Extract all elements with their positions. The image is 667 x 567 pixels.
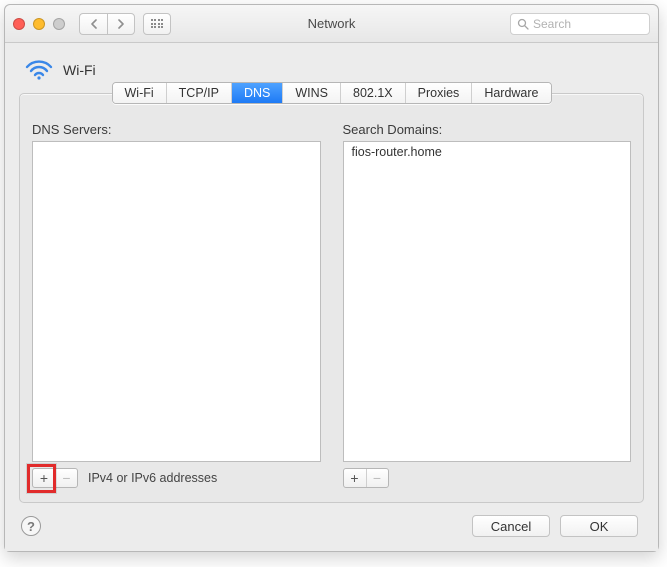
tab-proxies[interactable]: Proxies bbox=[406, 83, 473, 103]
tab-wifi[interactable]: Wi-Fi bbox=[113, 83, 167, 103]
dns-columns: DNS Servers: + − IPv4 o bbox=[32, 122, 631, 488]
adapter-name: Wi-Fi bbox=[63, 62, 96, 78]
tab-wins[interactable]: WINS bbox=[283, 83, 341, 103]
close-icon[interactable] bbox=[13, 18, 25, 30]
dns-remove-button[interactable]: − bbox=[55, 469, 77, 487]
window-body: Wi-Fi Wi-Fi TCP/IP DNS WINS 802.1X Proxi… bbox=[5, 43, 658, 551]
tab-hardware[interactable]: Hardware bbox=[472, 83, 550, 103]
search-domains-list[interactable]: fios-router.home bbox=[343, 141, 632, 462]
tab-bar: Wi-Fi TCP/IP DNS WINS 802.1X Proxies Har… bbox=[112, 82, 552, 104]
show-all-button[interactable] bbox=[143, 13, 171, 35]
search-input[interactable] bbox=[533, 17, 643, 31]
domains-add-remove: + − bbox=[343, 468, 389, 488]
search-domains-column: Search Domains: fios-router.home + − bbox=[343, 122, 632, 488]
list-item[interactable]: fios-router.home bbox=[344, 142, 631, 162]
domains-remove-button[interactable]: − bbox=[366, 469, 388, 487]
dns-add-button[interactable]: + bbox=[33, 469, 55, 487]
settings-panel: Wi-Fi TCP/IP DNS WINS 802.1X Proxies Har… bbox=[19, 93, 644, 503]
search-icon bbox=[517, 18, 529, 30]
chevron-left-icon bbox=[90, 19, 98, 29]
nav-back-forward bbox=[79, 13, 135, 35]
domains-add-button[interactable]: + bbox=[344, 469, 366, 487]
tab-8021x[interactable]: 802.1X bbox=[341, 83, 406, 103]
list-item[interactable] bbox=[33, 142, 320, 148]
dns-list-controls: + − IPv4 or IPv6 addresses bbox=[32, 468, 321, 488]
chevron-right-icon bbox=[117, 19, 125, 29]
back-button[interactable] bbox=[79, 13, 107, 35]
help-button[interactable]: ? bbox=[21, 516, 41, 536]
forward-button[interactable] bbox=[107, 13, 135, 35]
minus-icon: − bbox=[62, 470, 70, 486]
plus-icon: + bbox=[350, 470, 358, 486]
minus-icon: − bbox=[373, 470, 381, 486]
footer: ? Cancel OK bbox=[19, 503, 644, 537]
grid-icon bbox=[151, 19, 164, 28]
search-field[interactable] bbox=[510, 13, 650, 35]
tab-bar-wrap: Wi-Fi TCP/IP DNS WINS 802.1X Proxies Har… bbox=[32, 82, 631, 104]
zoom-icon bbox=[53, 18, 65, 30]
ok-button[interactable]: OK bbox=[560, 515, 638, 537]
dns-servers-list[interactable] bbox=[32, 141, 321, 462]
tab-tcpip[interactable]: TCP/IP bbox=[167, 83, 232, 103]
help-icon: ? bbox=[27, 519, 35, 534]
cancel-button[interactable]: Cancel bbox=[472, 515, 550, 537]
wifi-icon bbox=[25, 59, 53, 81]
search-domains-label: Search Domains: bbox=[343, 122, 632, 137]
tab-dns[interactable]: DNS bbox=[232, 83, 283, 103]
dns-servers-label: DNS Servers: bbox=[32, 122, 321, 137]
minimize-icon[interactable] bbox=[33, 18, 45, 30]
window-controls bbox=[13, 18, 65, 30]
dns-hint: IPv4 or IPv6 addresses bbox=[88, 471, 217, 485]
preferences-window: Network Wi-Fi Wi-Fi bbox=[4, 4, 659, 552]
dns-servers-column: DNS Servers: + − IPv4 o bbox=[32, 122, 321, 488]
titlebar: Network bbox=[5, 5, 658, 43]
domains-list-controls: + − bbox=[343, 468, 632, 488]
dns-add-remove: + − bbox=[32, 468, 78, 488]
plus-icon: + bbox=[40, 470, 48, 486]
